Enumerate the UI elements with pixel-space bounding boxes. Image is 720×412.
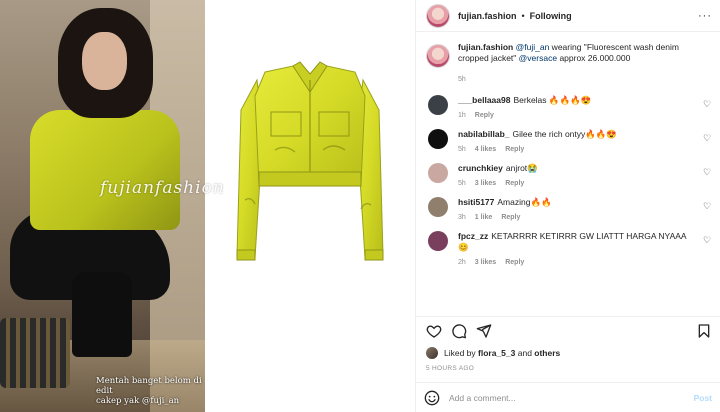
- add-comment-bar: Post: [416, 382, 720, 412]
- comment-time: 5h: [458, 146, 466, 153]
- comment-time: 2h: [458, 259, 466, 266]
- post-comment-button[interactable]: Post: [694, 393, 712, 403]
- post-media[interactable]: Mentah banget belom di edit cakep yak @f…: [0, 0, 415, 412]
- comment-time: 3h: [458, 214, 466, 221]
- caption-brand-link[interactable]: @versace: [519, 53, 557, 63]
- commenter-username[interactable]: nabilabillab_: [458, 129, 510, 139]
- author-avatar[interactable]: [426, 3, 450, 28]
- comment-like-heart-icon[interactable]: ♡: [702, 167, 712, 177]
- model-photo: Mentah banget belom di edit cakep yak @f…: [0, 0, 205, 412]
- comment-icon[interactable]: [451, 323, 467, 339]
- following-button[interactable]: Following: [530, 11, 572, 21]
- comments-list[interactable]: fujian.fashion @fuji_an wearing "Fluores…: [416, 32, 720, 316]
- commenter-avatar[interactable]: [428, 95, 448, 115]
- comment-time: 5h: [458, 180, 466, 187]
- caption-avatar[interactable]: [426, 44, 450, 68]
- comment-item: nabilabillab_ Gilee the rich ontyy🔥🔥😍 5h 4 …: [426, 129, 712, 153]
- caption-mention-link[interactable]: @fuji_an: [516, 42, 550, 52]
- comment-text: anjrot😭: [505, 163, 538, 173]
- comment-like-heart-icon[interactable]: ♡: [702, 133, 712, 143]
- photo-overlay-text: Mentah banget belom di edit cakep yak @f…: [96, 376, 202, 406]
- caption-time: 5h: [458, 76, 466, 83]
- comment-text: Berkelas 🔥🔥🔥😍: [513, 95, 592, 105]
- post-timestamp: 5 HOURS AGO: [426, 365, 475, 372]
- comment-input[interactable]: [449, 392, 669, 403]
- cropped-jacket-image: [236, 61, 384, 261]
- liker-username[interactable]: flora_5_3: [478, 348, 515, 358]
- caption: fujian.fashion @fuji_an wearing "Fluores…: [426, 42, 712, 85]
- others-link[interactable]: others: [534, 348, 560, 358]
- commenter-username[interactable]: ___bellaaa98: [458, 95, 510, 105]
- author-username[interactable]: fujian.fashion: [458, 11, 517, 21]
- more-horizontal-icon[interactable]: ···: [698, 10, 712, 22]
- comment-like-heart-icon[interactable]: ♡: [702, 235, 712, 245]
- emoji-icon[interactable]: [424, 390, 440, 406]
- comment-time: 1h: [458, 112, 466, 119]
- commenter-avatar[interactable]: [428, 197, 448, 217]
- commenter-username[interactable]: fpcz_zz: [458, 231, 488, 241]
- liked-by: Liked by flora_5_3 and others: [416, 344, 720, 362]
- comment-likes[interactable]: 1 like: [475, 214, 493, 221]
- reply-button[interactable]: Reply: [505, 180, 524, 187]
- comment-likes[interactable]: 3 likes: [475, 259, 496, 266]
- commenter-avatar[interactable]: [428, 231, 448, 251]
- instagram-post-view: Mentah banget belom di edit cakep yak @f…: [0, 0, 720, 412]
- reply-button[interactable]: Reply: [505, 146, 524, 153]
- separator-dot: •: [521, 10, 525, 21]
- comment-item: crunchkiey anjrot😭 5h 3 likes Reply ♡: [426, 163, 712, 187]
- heart-icon[interactable]: [426, 323, 442, 339]
- reply-button[interactable]: Reply: [501, 214, 520, 221]
- caption-username[interactable]: fujian.fashion: [458, 42, 513, 52]
- comment-like-heart-icon[interactable]: ♡: [702, 99, 712, 109]
- watermark: fujianfashion: [100, 178, 225, 198]
- caption-tail: approx 26.000.000: [557, 53, 631, 63]
- comment-item: fpcz_zz KETARRRR KETIRRR GW LIATTT HARGA …: [426, 231, 712, 266]
- post-header: fujian.fashion • Following ···: [416, 0, 720, 32]
- liker-avatar[interactable]: [426, 347, 438, 359]
- bookmark-icon[interactable]: [696, 323, 712, 339]
- comment-text: Amazing🔥🔥: [497, 197, 552, 207]
- commenter-avatar[interactable]: [428, 129, 448, 149]
- commenter-username[interactable]: crunchkiey: [458, 163, 503, 173]
- comment-text: KETARRRR KETIRRR GW LIATTT HARGA NYAAA😊: [458, 231, 687, 252]
- comment-likes[interactable]: 4 likes: [475, 146, 496, 153]
- comment-item: hsiti5177 Amazing🔥🔥 3h 1 like Reply ♡: [426, 197, 712, 221]
- comment-likes[interactable]: 3 likes: [475, 180, 496, 187]
- comment-like-heart-icon[interactable]: ♡: [702, 201, 712, 211]
- commenter-username[interactable]: hsiti5177: [458, 197, 494, 207]
- product-photo: [205, 0, 415, 412]
- share-icon[interactable]: [476, 323, 492, 339]
- reply-button[interactable]: Reply: [475, 112, 494, 119]
- comment-item: ___bellaaa98 Berkelas 🔥🔥🔥😍 1h Reply ♡: [426, 95, 712, 119]
- reply-button[interactable]: Reply: [505, 259, 524, 266]
- comment-text: Gilee the rich ontyy🔥🔥😍: [512, 129, 618, 139]
- action-bar: [416, 316, 720, 344]
- post-sidebar: fujian.fashion • Following ··· fujian.fa…: [415, 0, 720, 412]
- commenter-avatar[interactable]: [428, 163, 448, 183]
